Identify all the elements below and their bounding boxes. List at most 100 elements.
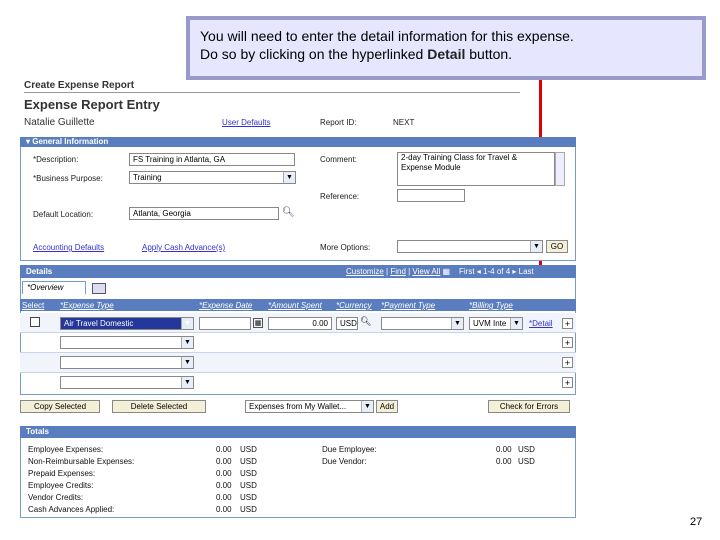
total-amount: 0.00 — [496, 445, 512, 454]
expense-date-input[interactable] — [199, 317, 251, 330]
general-info-header[interactable]: ▾ General Information — [20, 137, 576, 147]
grid-icon[interactable]: ▦ — [443, 267, 451, 276]
accounting-defaults-link[interactable]: Accounting Defaults — [33, 243, 104, 252]
details-nav: Customize | Find | View All ▦ First ◂ 1-… — [346, 267, 534, 276]
reference-input[interactable] — [397, 189, 465, 202]
go-button[interactable]: GO — [546, 240, 568, 253]
default-location-label: Default Location: — [33, 210, 94, 219]
chevron-down-icon: ▼ — [181, 357, 193, 368]
col-expense-type[interactable]: *Expense Type — [60, 301, 114, 310]
callout-text: Do so by clicking on the hyperlinked — [200, 46, 428, 62]
chevron-down-icon: ▼ — [181, 337, 193, 348]
total-currency: USD — [518, 457, 535, 466]
tab-overview-label: *Overview — [27, 283, 64, 292]
expense-type-select[interactable]: ▼ — [60, 336, 194, 349]
col-billing-type[interactable]: *Billing Type — [469, 301, 513, 310]
payment-type-select[interactable]: ▼ — [381, 317, 464, 330]
total-label: Prepaid Expenses: — [28, 469, 96, 478]
total-amount: 0.00 — [216, 457, 232, 466]
add-row-button[interactable]: + — [562, 377, 573, 388]
chevron-down-icon: ▼ — [451, 318, 463, 329]
apply-cash-advance-link[interactable]: Apply Cash Advance(s) — [142, 243, 225, 252]
col-payment-type[interactable]: *Payment Type — [381, 301, 435, 310]
currency-lookup-icon[interactable]: 🔍︎ — [360, 316, 371, 327]
show-all-columns-icon[interactable] — [92, 283, 106, 294]
chevron-down-icon: ▼ — [283, 172, 295, 183]
business-purpose-value: Training — [133, 173, 162, 182]
total-amount: 0.00 — [496, 457, 512, 466]
row-divider — [20, 332, 576, 333]
add-row-button[interactable]: + — [562, 318, 573, 329]
total-label: Cash Advances Applied: — [28, 505, 115, 514]
first-link[interactable]: First — [459, 267, 475, 276]
row-select-checkbox[interactable] — [30, 317, 40, 327]
totals-title: Totals — [26, 427, 49, 436]
total-currency: USD — [240, 445, 257, 454]
totals-right: Due Employee: 0.00 USD Due Vendor: 0.00 USD — [322, 444, 562, 468]
expense-type-select[interactable]: ▼ — [60, 356, 194, 369]
calendar-icon[interactable]: ▦ — [253, 318, 263, 328]
currency-input[interactable]: USD — [336, 317, 358, 330]
comment-line-1: 2-day Training Class for Travel & — [401, 153, 518, 162]
previous-arrow-icon[interactable]: ◂ — [477, 267, 481, 276]
lookup-icon[interactable]: 🔍︎ — [282, 207, 295, 218]
find-link[interactable]: Find — [390, 267, 406, 276]
total-label: Due Vendor: — [322, 457, 367, 466]
callout-line-2: Do so by clicking on the hyperlinked Det… — [200, 45, 692, 63]
next-arrow-icon[interactable]: ▸ — [512, 267, 516, 276]
add-row-button[interactable]: + — [562, 337, 573, 348]
total-label: Due Employee: — [322, 445, 377, 454]
check-errors-button[interactable]: Check for Errors — [488, 400, 570, 413]
col-currency[interactable]: *Currency — [336, 301, 372, 310]
detail-link[interactable]: *Detail — [529, 319, 553, 328]
instruction-callout: You will need to enter the detail inform… — [186, 16, 706, 80]
chevron-down-icon: ▼ — [181, 318, 193, 329]
amount-spent-input[interactable]: 0.00 — [268, 317, 332, 330]
last-link[interactable]: Last — [519, 267, 534, 276]
expense-type-select[interactable]: Air Travel Domestic ▼ — [60, 317, 194, 330]
comment-scrollbar[interactable] — [555, 152, 565, 186]
report-id-label: Report ID: — [320, 118, 357, 127]
add-button[interactable]: Add — [376, 400, 398, 413]
total-currency: USD — [240, 505, 257, 514]
total-label: Non-Reimbursable Expenses: — [28, 457, 135, 466]
page-title: Create Expense Report — [24, 80, 135, 91]
wallet-select[interactable]: Expenses from My Wallet... ▼ — [245, 400, 374, 413]
row-divider — [20, 372, 576, 373]
expense-type-select[interactable]: ▼ — [60, 376, 194, 389]
chevron-down-icon: ▼ — [361, 401, 373, 412]
expense-type-value: Air Travel Domestic — [64, 319, 134, 328]
total-row: Cash Advances Applied: 0.00 USD — [28, 504, 328, 516]
user-defaults-link[interactable]: User Defaults — [222, 118, 270, 127]
employee-name: Natalie Guillette — [24, 117, 95, 128]
total-amount: 0.00 — [216, 481, 232, 490]
add-row-button[interactable]: + — [562, 357, 573, 368]
callout-text-end: button. — [465, 46, 513, 62]
default-location-input[interactable]: Atlanta, Georgia — [129, 207, 279, 220]
copy-selected-button[interactable]: Copy Selected — [20, 400, 100, 413]
total-row: Employee Credits: 0.00 USD — [28, 480, 328, 492]
business-purpose-select[interactable]: Training ▼ — [129, 171, 296, 184]
view-all-link[interactable]: View All — [412, 267, 440, 276]
tab-overview[interactable]: *Overview — [22, 281, 86, 294]
chevron-down-icon: ▼ — [510, 318, 522, 329]
chevron-down-icon: ▼ — [181, 377, 193, 388]
more-options-select[interactable]: ▼ — [397, 240, 543, 253]
col-expense-date[interactable]: *Expense Date — [199, 301, 252, 310]
col-amount-spent[interactable]: *Amount Spent — [268, 301, 322, 310]
col-select[interactable]: Select — [22, 301, 44, 310]
total-row: Vendor Credits: 0.00 USD — [28, 492, 328, 504]
page-subtitle: Expense Report Entry — [24, 97, 160, 112]
total-row: Due Employee: 0.00 USD — [322, 444, 562, 456]
delete-selected-button[interactable]: Delete Selected — [112, 400, 206, 413]
customize-link[interactable]: Customize — [346, 267, 384, 276]
more-options-label: More Options: — [320, 243, 371, 252]
total-label: Employee Expenses: — [28, 445, 104, 454]
total-row: Due Vendor: 0.00 USD — [322, 456, 562, 468]
comment-textarea[interactable]: 2-day Training Class for Travel & Expens… — [397, 152, 555, 186]
total-currency: USD — [240, 493, 257, 502]
total-currency: USD — [518, 445, 535, 454]
billing-type-select[interactable]: UVM Inte ▼ — [469, 317, 523, 330]
general-info-title: General Information — [32, 137, 109, 146]
description-input[interactable]: FS Training in Atlanta, GA — [129, 153, 295, 166]
